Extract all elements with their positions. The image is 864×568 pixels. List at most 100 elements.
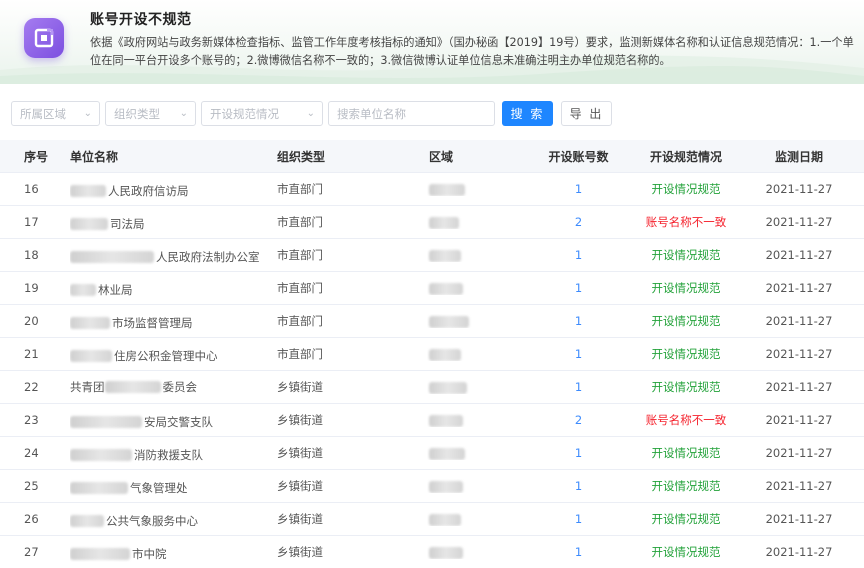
accounts-table: 序号 单位名称 组织类型 区域 开设账号数 开设规范情况 监测日期 16 人民政府… (0, 140, 864, 568)
unit-name-cell: 共青团 委员会 (70, 379, 277, 395)
unit-name: 人民政府法制办公室 (156, 249, 260, 264)
region-cell (427, 479, 525, 493)
monitor-date: 2021-11-27 (765, 248, 833, 262)
column-header-date[interactable]: 监测日期 (740, 148, 864, 165)
status-label: 开设情况规范 (651, 182, 721, 196)
column-header-name[interactable]: 单位名称 (70, 148, 277, 165)
page-description: 依据《政府网站与政务新媒体检查指标、监管工作年度考核指标的通知》（国办秘函【20… (90, 36, 854, 67)
table-row[interactable]: 17 司法局 市直部门 2 账号名称不一致 2021-11-27 (0, 206, 864, 239)
org-type: 乡镇街道 (277, 479, 323, 493)
redacted-text (70, 349, 112, 362)
row-number: 18 (24, 248, 39, 262)
table-row[interactable]: 21 住房公积金管理中心 市直部门 1 开设情况规范 2021-11-27 (0, 338, 864, 371)
monitor-date: 2021-11-27 (765, 413, 833, 427)
row-number: 23 (24, 413, 39, 427)
column-header-status[interactable]: 开设规范情况 (632, 148, 740, 165)
table-row[interactable]: 26 公共气象服务中心 乡镇街道 1 开设情况规范 2021-11-27 (0, 503, 864, 536)
monitor-date: 2021-11-27 (765, 545, 833, 559)
unit-name: 气象管理处 (130, 480, 188, 495)
redacted-region (429, 546, 463, 559)
unit-name-cell: 公共气象服务中心 (70, 510, 277, 529)
region-cell (427, 545, 525, 559)
org-type-select[interactable]: 组织类型 ⌄ (105, 101, 196, 126)
org-type: 市直部门 (277, 248, 323, 262)
redacted-region (429, 216, 459, 229)
status-label: 开设情况规范 (651, 479, 721, 493)
account-count-link[interactable]: 1 (525, 281, 632, 295)
column-header-region[interactable]: 区域 (427, 148, 525, 165)
region-cell (427, 182, 525, 196)
account-count-link[interactable]: 1 (525, 545, 632, 559)
region-select[interactable]: 所属区域 ⌄ (11, 101, 100, 126)
monitor-date: 2021-11-27 (765, 446, 833, 460)
status-label: 开设情况规范 (651, 380, 721, 394)
search-input[interactable] (328, 101, 495, 126)
monitor-date: 2021-11-27 (765, 380, 833, 394)
status-label: 账号名称不一致 (645, 215, 727, 229)
org-type: 乡镇街道 (277, 545, 323, 559)
row-number: 20 (24, 314, 39, 328)
status-label: 开设情况规范 (651, 347, 721, 361)
status-label: 开设情况规范 (651, 314, 721, 328)
org-type: 乡镇街道 (277, 380, 323, 394)
column-header-count[interactable]: 开设账号数 (525, 148, 632, 165)
table-row[interactable]: 16 人民政府信访局 市直部门 1 开设情况规范 2021-11-27 (0, 173, 864, 206)
unit-name-cell: 安局交警支队 (70, 411, 277, 430)
monitor-date: 2021-11-27 (765, 512, 833, 526)
table-row[interactable]: 18 人民政府法制办公室 市直部门 1 开设情况规范 2021-11-27 (0, 239, 864, 272)
region-cell (427, 347, 525, 361)
unit-name-cell: 消防救援支队 (70, 444, 277, 463)
account-count-link[interactable]: 1 (525, 248, 632, 262)
org-type: 乡镇街道 (277, 413, 323, 427)
table-row[interactable]: 22 共青团 委员会 乡镇街道 1 开设情况规范 2021-11-27 (0, 371, 864, 404)
row-number: 16 (24, 182, 39, 196)
export-button[interactable]: 导 出 (561, 101, 612, 126)
monitor-date: 2021-11-27 (765, 215, 833, 229)
table-row[interactable]: 19 林业局 市直部门 1 开设情况规范 2021-11-27 (0, 272, 864, 305)
account-count-link[interactable]: 1 (525, 347, 632, 361)
status-label: 账号名称不一致 (645, 413, 727, 427)
status-label: 开设情况规范 (651, 446, 721, 460)
redacted-region (429, 348, 461, 361)
account-count-link[interactable]: 2 (525, 413, 632, 427)
search-button[interactable]: 搜 索 (502, 101, 553, 126)
row-number: 17 (24, 215, 39, 229)
monitor-date: 2021-11-27 (765, 479, 833, 493)
account-count-link[interactable]: 1 (525, 446, 632, 460)
org-type: 市直部门 (277, 182, 323, 196)
table-row[interactable]: 20 市场监督管理局 市直部门 1 开设情况规范 2021-11-27 (0, 305, 864, 338)
status-select[interactable]: 开设规范情况 ⌄ (201, 101, 323, 126)
account-count-link[interactable]: 1 (525, 479, 632, 493)
unit-name: 住房公积金管理中心 (114, 348, 218, 363)
table-row[interactable]: 25 气象管理处 乡镇街道 1 开设情况规范 2021-11-27 (0, 470, 864, 503)
redacted-text (70, 547, 130, 560)
row-number: 22 (24, 380, 39, 394)
redacted-text (70, 316, 110, 329)
account-count-link[interactable]: 1 (525, 512, 632, 526)
table-row[interactable]: 23 安局交警支队 乡镇街道 2 账号名称不一致 2021-11-27 (0, 404, 864, 437)
region-cell (427, 215, 525, 229)
status-label: 开设情况规范 (651, 281, 721, 295)
redacted-text (104, 381, 161, 393)
redacted-text (70, 415, 142, 428)
region-cell (427, 446, 525, 460)
region-cell (427, 512, 525, 526)
monitor-date: 2021-11-27 (765, 347, 833, 361)
account-count-link[interactable]: 1 (525, 314, 632, 328)
org-type: 乡镇街道 (277, 446, 323, 460)
column-header-no[interactable]: 序号 (0, 148, 70, 165)
account-count-link[interactable]: 1 (525, 380, 632, 394)
page-title: 账号开设不规范 (90, 12, 192, 28)
table-row[interactable]: 24 消防救援支队 乡镇街道 1 开设情况规范 2021-11-27 (0, 437, 864, 470)
unit-name-cell: 市中院 (70, 543, 277, 562)
account-count-link[interactable]: 2 (525, 215, 632, 229)
filter-toolbar: 所属区域 ⌄ 组织类型 ⌄ 开设规范情况 ⌄ 搜 索 导 出 (11, 101, 612, 126)
account-count-link[interactable]: 1 (525, 182, 632, 196)
page-header: 账号开设不规范 依据《政府网站与政务新媒体检查指标、监管工作年度考核指标的通知》… (0, 0, 864, 84)
unit-name: 人民政府信访局 (108, 183, 189, 198)
table-row[interactable]: 27 市中院 乡镇街道 1 开设情况规范 2021-11-27 (0, 536, 864, 568)
org-type: 市直部门 (277, 215, 323, 229)
unit-name-cell: 人民政府信访局 (70, 180, 277, 199)
table-body: 16 人民政府信访局 市直部门 1 开设情况规范 2021-11-27 17 司法局 市直部门 2… (0, 173, 864, 568)
column-header-type[interactable]: 组织类型 (277, 148, 427, 165)
